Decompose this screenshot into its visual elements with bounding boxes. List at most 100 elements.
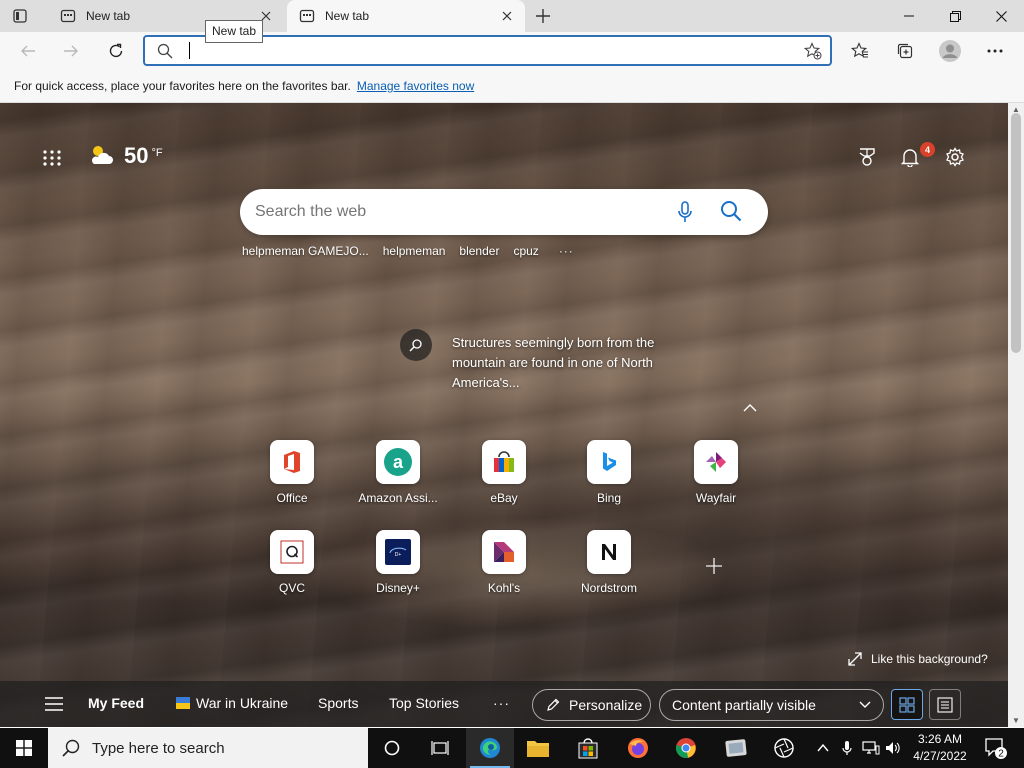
quick-link-label: Disney+ <box>376 581 420 595</box>
microphone-icon[interactable] <box>677 201 693 226</box>
tab-top-stories[interactable]: Top Stories <box>389 695 459 711</box>
page-settings-gear-icon[interactable] <box>943 145 967 169</box>
background-caption[interactable]: Structures seemingly born from the mount… <box>452 333 692 393</box>
show-hidden-icons-button[interactable] <box>814 728 832 768</box>
kohls-icon <box>482 530 526 574</box>
ebay-icon <box>482 440 526 484</box>
notifications-bell-icon[interactable] <box>898 145 922 169</box>
recent-search-item[interactable]: cpuz <box>513 244 538 258</box>
back-button[interactable] <box>12 35 44 67</box>
expand-icon <box>848 652 862 666</box>
favorites-bar-message: For quick access, place your favorites h… <box>14 79 351 93</box>
taskbar-search-box[interactable]: Type here to search <box>48 728 368 768</box>
search-icon <box>157 43 173 62</box>
like-background-button[interactable]: Like this background? <box>848 652 988 666</box>
address-input[interactable] <box>187 41 787 61</box>
web-search-input[interactable] <box>255 201 655 223</box>
quick-link-wayfair[interactable]: Wayfair <box>676 440 756 505</box>
hamburger-menu-icon[interactable] <box>45 697 63 714</box>
quick-link-disney[interactable]: D+ Disney+ <box>358 530 438 595</box>
grid-layout-button[interactable] <box>891 689 923 720</box>
quick-link-amazon[interactable]: a Amazon Assi... <box>358 440 438 505</box>
page-scrollbar[interactable]: ▲ ▼ <box>1008 103 1024 727</box>
scroll-down-arrow-icon[interactable]: ▼ <box>1012 716 1020 725</box>
collections-button[interactable] <box>889 35 921 67</box>
task-view-button[interactable] <box>416 728 464 768</box>
add-quick-link-button[interactable] <box>706 558 722 575</box>
quick-link-label: Nordstrom <box>580 581 637 595</box>
tab-my-feed[interactable]: My Feed <box>88 695 144 711</box>
folder-icon <box>527 741 549 757</box>
new-tab-button[interactable] <box>532 6 554 26</box>
list-layout-button[interactable] <box>929 689 961 720</box>
quick-link-ebay[interactable]: eBay <box>464 440 544 505</box>
content-visibility-dropdown[interactable]: Content partially visible <box>659 689 884 721</box>
manage-favorites-link[interactable]: Manage favorites now <box>357 79 474 93</box>
taskbar-clock[interactable]: 3:26 AM 4/27/2022 <box>900 731 980 765</box>
windows-start-button[interactable] <box>0 728 48 768</box>
recent-search-item[interactable]: helpmeman <box>383 244 446 258</box>
tab-war-in-ukraine[interactable]: War in Ukraine <box>176 695 288 711</box>
microphone-icon <box>842 741 852 755</box>
rewards-icon[interactable] <box>855 145 879 169</box>
tab-actions-icon[interactable] <box>12 8 28 24</box>
edge-icon <box>480 738 500 758</box>
tab-title: New tab <box>325 9 370 23</box>
action-center-button[interactable]: 2 <box>984 736 1008 763</box>
quick-link-label: Bing <box>596 491 622 505</box>
network-icon <box>862 741 880 755</box>
settings-more-button[interactable] <box>979 35 1011 67</box>
taskbar-firefox[interactable] <box>614 728 662 768</box>
close-icon[interactable] <box>499 8 515 24</box>
toolbar <box>0 32 1024 70</box>
refresh-button[interactable] <box>100 35 132 67</box>
network-tray-icon[interactable] <box>861 728 881 768</box>
minimize-button[interactable] <box>886 0 932 32</box>
quick-link-label: QVC <box>278 581 305 595</box>
chevron-up-icon[interactable] <box>743 401 757 415</box>
quick-link-office[interactable]: Office <box>252 440 332 505</box>
add-favorite-icon[interactable] <box>803 42 822 63</box>
quick-link-qvc[interactable]: QVC <box>252 530 332 595</box>
recent-search-item[interactable]: helpmeman GAMEJO... <box>242 244 369 258</box>
recent-search-item[interactable]: blender <box>459 244 499 258</box>
web-search-box[interactable] <box>240 189 768 235</box>
quick-link-kohls[interactable]: Kohl's <box>464 530 544 595</box>
svg-text:D+: D+ <box>395 552 402 558</box>
windows-logo-icon <box>16 740 32 756</box>
scrollbar-thumb[interactable] <box>1011 113 1021 353</box>
amazon-assistant-icon: a <box>376 440 420 484</box>
favorites-button[interactable] <box>844 35 876 67</box>
restore-button[interactable] <box>932 0 978 32</box>
weather-widget[interactable]: 50 °F <box>88 143 163 169</box>
close-window-button[interactable] <box>978 0 1024 32</box>
taskbar-file-explorer[interactable] <box>514 728 562 768</box>
feed-more-button[interactable]: ··· <box>493 695 510 711</box>
quick-link-nordstrom[interactable]: Nordstrom <box>569 530 649 595</box>
personalize-button[interactable]: Personalize <box>532 689 651 721</box>
tab-sports[interactable]: Sports <box>318 695 358 711</box>
microphone-tray-icon[interactable] <box>838 728 856 768</box>
image-search-button[interactable] <box>400 329 432 361</box>
taskbar-chrome[interactable] <box>662 728 710 768</box>
profile-avatar[interactable] <box>934 35 966 67</box>
taskbar-store[interactable] <box>564 728 612 768</box>
tab-war-in-ukraine-label: War in Ukraine <box>196 695 289 711</box>
tab-active[interactable]: New tab <box>287 0 525 32</box>
quick-link-bing[interactable]: Bing <box>569 440 649 505</box>
firefox-icon <box>628 738 648 758</box>
taskbar-photos-app[interactable] <box>712 728 760 768</box>
photos-app-icon <box>725 739 747 757</box>
cortana-button[interactable] <box>368 728 416 768</box>
quick-link-label: Amazon Assi... <box>358 491 438 505</box>
temperature-unit: °F <box>151 147 163 159</box>
clock-time: 3:26 AM <box>917 732 963 746</box>
search-icon[interactable] <box>720 200 742 225</box>
forward-button[interactable] <box>55 35 87 67</box>
taskbar-app-aperture[interactable] <box>760 728 808 768</box>
grid-icon <box>899 696 915 713</box>
qvc-icon <box>270 530 314 574</box>
apps-launcher-icon[interactable] <box>42 149 62 167</box>
more-searches-button[interactable]: ··· <box>559 244 574 258</box>
taskbar-edge[interactable] <box>466 728 514 768</box>
